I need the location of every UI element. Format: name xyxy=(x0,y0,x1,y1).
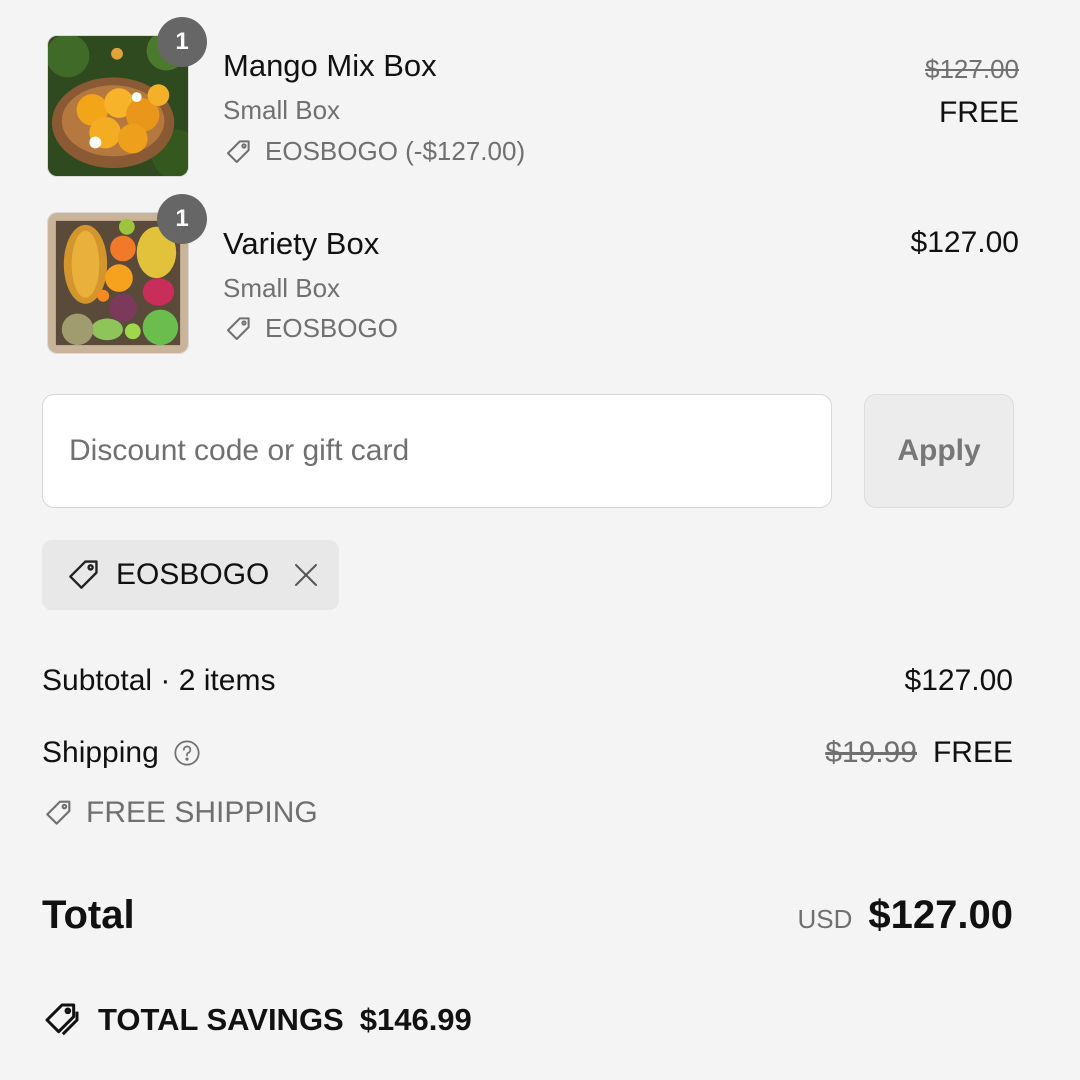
line-item-1-original-price: $127.00 xyxy=(925,54,1019,84)
line-item-2-thumbnail: 1 xyxy=(47,194,207,354)
total-amount: USD $127.00 xyxy=(798,893,1014,938)
question-circle-icon[interactable] xyxy=(173,739,201,767)
tag-icon xyxy=(223,314,253,344)
line-item-1-discount: EOSBOGO (-$127.00) xyxy=(223,136,525,167)
line-item-1-price: FREE xyxy=(938,96,1019,129)
shipping-discount-label: FREE SHIPPING xyxy=(86,796,318,829)
line-item-2-title: Variety Box xyxy=(223,226,380,261)
total-savings-label: TOTAL SAVINGS xyxy=(98,1002,344,1037)
total-label: Total xyxy=(42,893,135,937)
tag-icon xyxy=(42,797,74,829)
shipping-original-price: $19.99 xyxy=(825,736,917,769)
shipping-discount: FREE SHIPPING xyxy=(42,796,318,830)
line-item-2-discount-label: EOSBOGO xyxy=(265,313,398,343)
subtotal-value: $127.00 xyxy=(904,664,1013,697)
apply-button[interactable]: Apply xyxy=(864,394,1014,508)
total-currency: USD xyxy=(797,904,853,934)
discount-code-input[interactable] xyxy=(42,394,832,508)
line-item-2-variant: Small Box xyxy=(223,273,341,303)
quantity-badge: 1 xyxy=(157,194,207,244)
line-item-1-variant: Small Box xyxy=(223,95,341,125)
line-item-2-discount: EOSBOGO xyxy=(223,313,398,344)
shipping-price: $19.99 FREE xyxy=(825,736,1013,770)
line-item-1-thumbnail: 1 xyxy=(47,17,207,177)
subtotal-label: Subtotal · 2 items xyxy=(42,664,276,697)
applied-discount-code: EOSBOGO xyxy=(116,558,270,591)
total-savings: TOTAL SAVINGS $146.99 xyxy=(42,1000,472,1040)
tag-icon xyxy=(64,556,102,594)
total-savings-value: $146.99 xyxy=(359,1002,472,1037)
shipping-row: Shipping xyxy=(42,736,201,770)
total-value: $127.00 xyxy=(868,893,1013,937)
tags-icon xyxy=(42,1000,82,1040)
line-item-1-discount-label: EOSBOGO (-$127.00) xyxy=(265,136,526,166)
applied-discount-chip: EOSBOGO xyxy=(42,540,339,610)
quantity-badge: 1 xyxy=(157,17,207,67)
tag-icon xyxy=(223,137,253,167)
line-item-2-price: $127.00 xyxy=(910,226,1019,259)
shipping-value: FREE xyxy=(932,736,1013,769)
remove-discount-close-icon[interactable] xyxy=(291,560,321,590)
shipping-label: Shipping xyxy=(42,736,159,769)
line-item-1-title: Mango Mix Box xyxy=(223,48,437,83)
